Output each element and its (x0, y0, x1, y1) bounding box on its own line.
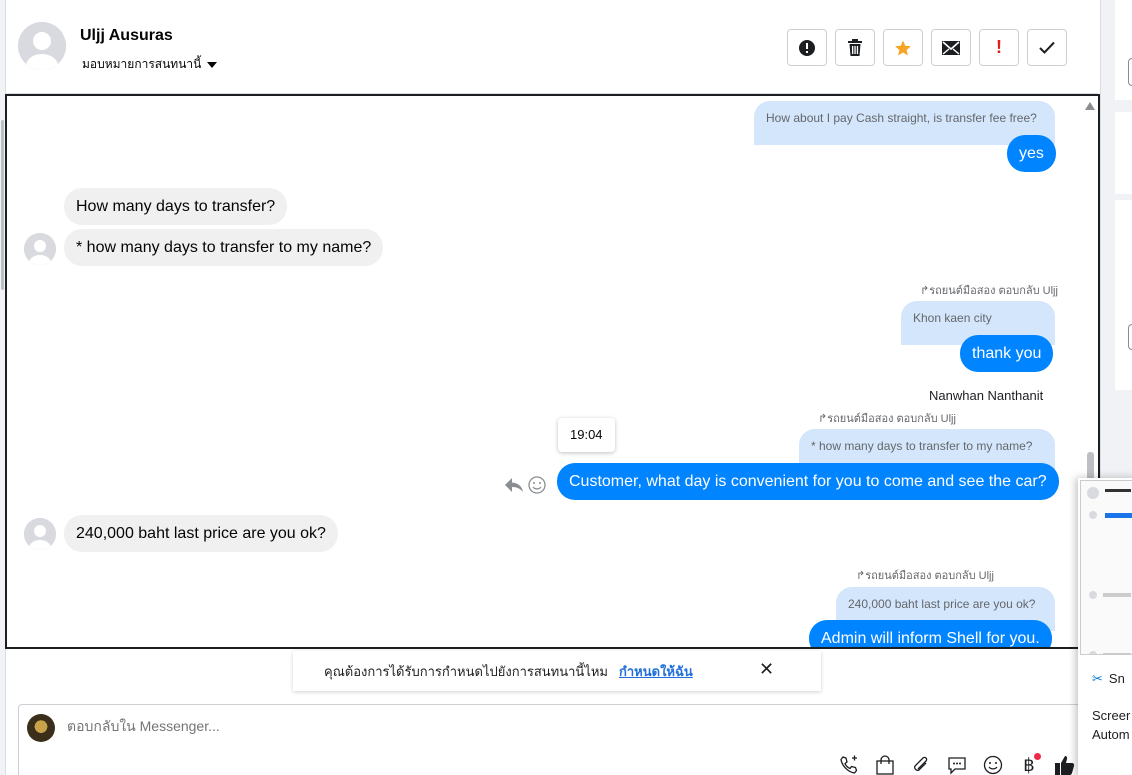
snip-app-title: ✂ Sn (1092, 671, 1125, 686)
page-avatar (27, 714, 55, 742)
report-spam-button[interactable] (787, 29, 827, 66)
assign-label: มอบหมายการสนทนานี้ (82, 57, 202, 71)
incoming-message[interactable]: 240,000 baht last price are you ok? (64, 515, 338, 552)
reply-meta: ↱รถยนต์มือสอง ตอบกลับ Uljj (920, 285, 1058, 297)
contact-avatar-small (24, 233, 56, 265)
reply-arrow-icon: ↱ (818, 413, 828, 425)
caret-down-icon (207, 61, 218, 68)
banner-text: คุณต้องการได้รับการกำหนดไปยังการสนทนานี้… (324, 664, 608, 679)
reply-arrow-icon: ↱ (856, 570, 866, 582)
react-emoji-icon[interactable] (528, 476, 546, 499)
sidebar-card (1115, 0, 1132, 100)
outgoing-message[interactable]: yes (1007, 135, 1056, 172)
left-scrollbar[interactable] (1, 120, 4, 290)
contact-avatar (18, 22, 66, 70)
outgoing-message[interactable]: Admin will inform Shell for you. (809, 620, 1052, 647)
emoji-icon[interactable] (981, 753, 1005, 775)
message-thread[interactable]: How about I pay Cash straight, is transf… (5, 94, 1100, 649)
assign-dropdown[interactable]: มอบหมายการสนทนานี้ (82, 55, 218, 74)
sidebar-card (1115, 200, 1132, 390)
assign-banner: คุณต้องการได้รับการกำหนดไปยังการสนทนานี้… (293, 651, 821, 691)
delete-button[interactable] (835, 29, 875, 66)
snip-message-line: Screer (1092, 708, 1131, 723)
outgoing-message[interactable]: Customer, what day is convenient for you… (557, 463, 1059, 500)
outgoing-message[interactable]: thank you (960, 335, 1054, 372)
reply-composer: ฿ (18, 704, 1088, 775)
reply-meta: ↱รถยนต์มือสอง ตอบกลับ Uljj (856, 570, 994, 582)
notification-dot (1034, 753, 1041, 760)
close-icon[interactable]: ✕ (759, 659, 774, 680)
star-icon (895, 40, 911, 55)
header-actions: ! (787, 29, 1067, 66)
snip-message-line: Autom (1092, 727, 1130, 742)
trash-icon (848, 39, 862, 56)
reply-input[interactable] (67, 718, 767, 734)
incoming-message[interactable]: * how many days to transfer to my name? (64, 229, 384, 266)
done-button[interactable] (1027, 29, 1067, 66)
snip-preview-thumbnail[interactable] (1080, 480, 1132, 655)
shop-bag-icon[interactable] (873, 753, 897, 775)
incoming-message[interactable]: How many days to transfer? (64, 188, 288, 225)
attachment-icon[interactable] (909, 753, 933, 775)
mark-unread-button[interactable] (931, 29, 971, 66)
snipping-tool-popup[interactable]: ✂ Sn Screer Autom (1078, 478, 1132, 775)
timestamp-tooltip: 19:04 (558, 418, 615, 452)
star-button[interactable] (883, 29, 923, 66)
reply-icon[interactable] (504, 476, 524, 499)
checkmark-icon (1039, 41, 1055, 54)
reply-arrow-icon: ↱ (920, 285, 930, 297)
scroll-up-arrow-icon[interactable] (1085, 102, 1095, 110)
contact-name: Uljj Ausuras (80, 27, 173, 44)
thumbs-up-icon[interactable] (1053, 753, 1077, 775)
important-button[interactable]: ! (979, 29, 1019, 66)
sidebar-card (1115, 112, 1132, 194)
contact-avatar-small (24, 518, 56, 550)
exclamation-icon: ! (996, 37, 1002, 57)
sender-name: Nanwhan Nanthanit (929, 388, 1044, 403)
baht-payment-icon[interactable]: ฿ (1017, 753, 1041, 775)
envelope-icon (942, 40, 960, 55)
alert-circle-icon (799, 39, 815, 56)
reply-meta: ↱รถยนต์มือสอง ตอบกลับ Uljj (818, 413, 956, 425)
assign-to-me-link[interactable]: กำหนดให้ฉัน (619, 661, 693, 682)
saved-replies-icon[interactable] (945, 753, 969, 775)
conversation-header: Uljj Ausuras มอบหมายการสนทนานี้ ! (6, 0, 1098, 94)
call-icon[interactable] (837, 753, 861, 775)
quoted-message: How about I pay Cash straight, is transf… (754, 101, 1055, 145)
snipping-tool-icon: ✂ (1092, 671, 1103, 686)
composer-toolbar: ฿ (837, 753, 1077, 775)
